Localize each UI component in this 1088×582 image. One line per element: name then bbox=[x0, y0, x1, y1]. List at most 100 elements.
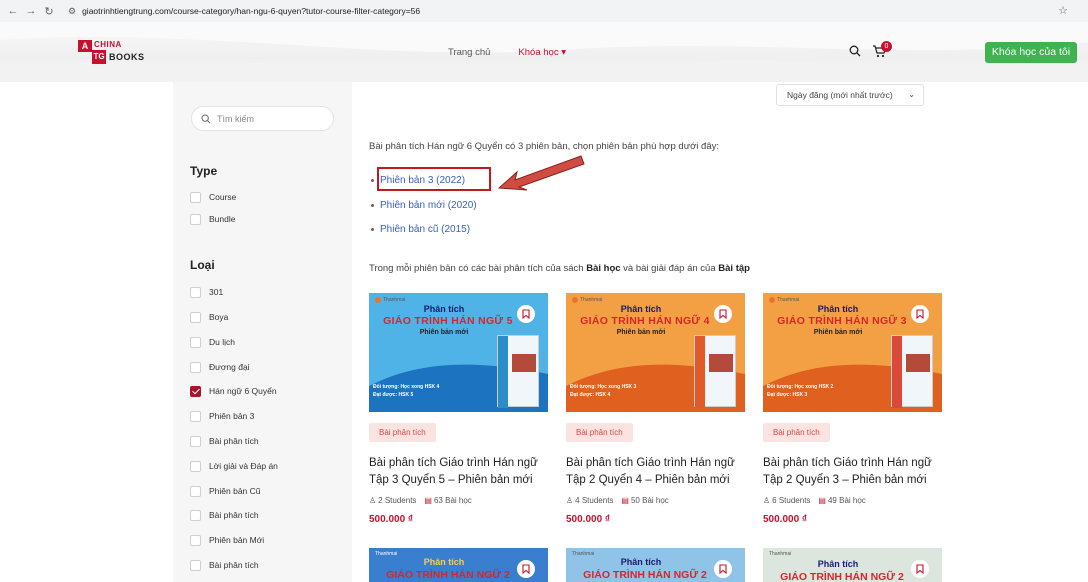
site-logo[interactable]: A CHINA TG BOOKS bbox=[78, 40, 148, 66]
checkbox[interactable] bbox=[190, 485, 201, 497]
thumbnail-title-2: GIÁO TRÌNH HÁN NGỮ 3 bbox=[777, 315, 907, 327]
thumbnail-title-2: GIÁO TRÌNH HÁN NGỮ 5 bbox=[383, 315, 513, 327]
filter-item-phien-ban-3[interactable]: Phiên bản 3 bbox=[190, 410, 254, 422]
bookmark-icon bbox=[916, 564, 924, 574]
students-count: ♙ 2 Students bbox=[369, 496, 416, 505]
site-info-icon[interactable]: ⚙ bbox=[68, 6, 76, 17]
filter-label: Du lịch bbox=[209, 337, 235, 347]
thumbnail-info-line: Đối tượng: Học xong HSK 3 bbox=[570, 384, 637, 390]
filter-label: 301 bbox=[209, 287, 224, 297]
filter-item-bai-phan-tich-3[interactable]: Bài phân tích bbox=[190, 559, 259, 571]
version-link-new[interactable]: Phiên bản mới (2020) bbox=[371, 200, 477, 211]
bookmark-button[interactable] bbox=[911, 560, 929, 578]
course-title[interactable]: Bài phân tích Giáo trình Hán ngữ Tập 3 Q… bbox=[369, 455, 548, 489]
filter-label: Phiên bản Cũ bbox=[209, 486, 261, 496]
course-title[interactable]: Bài phân tích Giáo trình Hán ngữ Tập 2 Q… bbox=[566, 455, 745, 489]
checkbox[interactable] bbox=[190, 460, 201, 472]
thumbnail-info-line: Đạt được: HSK 5 bbox=[373, 392, 414, 398]
filter-item-boya[interactable]: Boya bbox=[190, 311, 228, 323]
desc-bold-2: Bài tập bbox=[718, 263, 750, 274]
thumbnail-title-2: GIÁO TRÌNH HÁN NGỮ 4 bbox=[580, 315, 710, 327]
category-tag[interactable]: Bài phân tích bbox=[369, 423, 436, 442]
search-icon[interactable] bbox=[849, 45, 861, 57]
address-bar[interactable]: ⚙ giaotrinhtiengtrung.com/course-categor… bbox=[68, 6, 420, 17]
course-title[interactable]: Bài phân tích Giáo trình Hán ngữ Tập 2 Q… bbox=[763, 455, 942, 489]
my-courses-button[interactable]: Khóa học của tôi bbox=[985, 42, 1077, 63]
filter-item-bai-phan-tich-2[interactable]: Bài phân tích bbox=[190, 509, 259, 521]
reload-icon[interactable]: ↻ bbox=[42, 5, 56, 18]
filter-item-301[interactable]: 301 bbox=[190, 286, 223, 298]
search-input[interactable] bbox=[217, 113, 317, 124]
bookmark-button[interactable] bbox=[517, 560, 535, 578]
checkbox[interactable] bbox=[190, 286, 201, 298]
filter-label: Bài phân tích bbox=[209, 510, 259, 520]
thumbnail-title-1: Phân tích bbox=[620, 304, 662, 314]
filter-item-course[interactable]: Course bbox=[190, 191, 236, 203]
course-thumbnail[interactable]: Thanhmai Phân tích GIÁO TRÌNH HÁN NGỮ 3 … bbox=[763, 293, 942, 412]
course-meta: ♙ 6 Students ▤ 49 Bài học bbox=[763, 496, 866, 505]
version-link-label[interactable]: Phiên bản mới (2020) bbox=[380, 200, 477, 211]
filter-item-phien-ban-cu[interactable]: Phiên bản Cũ bbox=[190, 485, 261, 497]
checkbox[interactable] bbox=[190, 311, 201, 323]
students-text: 4 Students bbox=[575, 496, 614, 505]
category-tag[interactable]: Bài phân tích bbox=[763, 423, 830, 442]
thumbnail-info: Đối tượng: Học xong HSK 3 Đạt được: HSK 4 bbox=[570, 383, 636, 399]
checkbox[interactable] bbox=[190, 361, 201, 373]
thumbnail-info-line: Đạt được: HSK 3 bbox=[767, 392, 808, 398]
bookmark-icon bbox=[719, 564, 727, 574]
filter-item-duong-dai[interactable]: Đương đại bbox=[190, 361, 250, 373]
filter-label: Course bbox=[209, 192, 237, 202]
checkbox[interactable] bbox=[190, 534, 201, 546]
filter-item-phien-ban-moi[interactable]: Phiên bản Mới bbox=[190, 534, 264, 546]
bookmark-star-icon[interactable]: ☆ bbox=[1058, 4, 1068, 17]
checkbox[interactable] bbox=[190, 509, 201, 521]
checkbox[interactable] bbox=[190, 559, 201, 571]
filter-label: Lời giải và Đáp án bbox=[209, 461, 278, 471]
logo-mark: A bbox=[78, 40, 92, 52]
checkbox[interactable] bbox=[190, 435, 201, 447]
course-thumbnail[interactable]: Thanhmai Phân tích GIÁO TRÌNH HÁN NGỮ 5 … bbox=[369, 293, 548, 412]
course-card-partial[interactable]: Thanhmai Phân tích GIÁO TRÌNH HÁN NGỮ 2 bbox=[369, 548, 548, 582]
checkbox[interactable] bbox=[190, 336, 201, 348]
course-card-partial[interactable]: Thanhmai Phân tích GIÁO TRÌNH HÁN NGỮ 2 bbox=[763, 548, 942, 582]
filter-item-bundle[interactable]: Bundle bbox=[190, 213, 235, 225]
filter-item-bai-phan-tich[interactable]: Bài phân tích bbox=[190, 435, 259, 447]
filter-label: Bài phân tích bbox=[209, 560, 259, 570]
filter-title-type: Type bbox=[190, 164, 218, 178]
filter-item-han-ngu-6-quyen[interactable]: Hán ngữ 6 Quyển bbox=[190, 385, 277, 397]
back-icon[interactable]: ← bbox=[6, 5, 20, 17]
checkbox[interactable] bbox=[190, 410, 201, 422]
thumbnail-info-line: Đạt được: HSK 4 bbox=[570, 392, 611, 398]
user-icon: ♙ bbox=[369, 496, 377, 505]
category-tag[interactable]: Bài phân tích bbox=[566, 423, 633, 442]
nav-home[interactable]: Trang chủ bbox=[448, 47, 490, 58]
arrow-annotation-icon bbox=[497, 155, 585, 191]
forward-icon[interactable]: → bbox=[24, 5, 38, 17]
sidebar-search[interactable] bbox=[191, 106, 334, 131]
sort-dropdown[interactable]: Ngày đăng (mới nhất trước) ⌄ bbox=[776, 84, 924, 106]
brand-label: Thanhmai bbox=[769, 297, 799, 303]
filter-item-loi-giai[interactable]: Lời giải và Đáp án bbox=[190, 460, 278, 472]
url-text[interactable]: giaotrinhtiengtrung.com/course-category/… bbox=[82, 6, 420, 16]
thumbnail-title-1: Phân tích bbox=[423, 304, 465, 314]
checkbox[interactable] bbox=[190, 191, 201, 203]
browser-toolbar: ← → ↻ ⚙ giaotrinhtiengtrung.com/course-c… bbox=[0, 0, 1088, 22]
nav-courses[interactable]: Khóa học ▾ bbox=[518, 47, 566, 58]
bullet bbox=[371, 228, 374, 231]
course-card-partial[interactable]: Thanhmai Phân tích GIÁO TRÌNH HÁN NGỮ 2 bbox=[566, 548, 745, 582]
thumbnail-title-1: Phân tích bbox=[423, 557, 465, 567]
checkbox[interactable] bbox=[190, 213, 201, 225]
bookmark-button[interactable] bbox=[714, 305, 732, 323]
user-icon: ♙ bbox=[763, 496, 771, 505]
filter-item-du-lich[interactable]: Du lịch bbox=[190, 336, 235, 348]
bookmark-button[interactable] bbox=[517, 305, 535, 323]
cart-count-badge: 0 bbox=[881, 41, 892, 52]
bookmark-button[interactable] bbox=[714, 560, 732, 578]
version-link-label[interactable]: Phiên bản cũ (2015) bbox=[380, 224, 470, 235]
desc-text-1: Trong mỗi phiên bản có các bài phân tích… bbox=[369, 263, 587, 274]
filter-sidebar: Type Course Bundle Loại 301 Boya Du lịch… bbox=[173, 82, 352, 582]
course-thumbnail[interactable]: Thanhmai Phân tích GIÁO TRÌNH HÁN NGỮ 4 … bbox=[566, 293, 745, 412]
version-link-old[interactable]: Phiên bản cũ (2015) bbox=[371, 224, 470, 235]
checkbox-checked[interactable] bbox=[190, 385, 201, 397]
bookmark-button[interactable] bbox=[911, 305, 929, 323]
